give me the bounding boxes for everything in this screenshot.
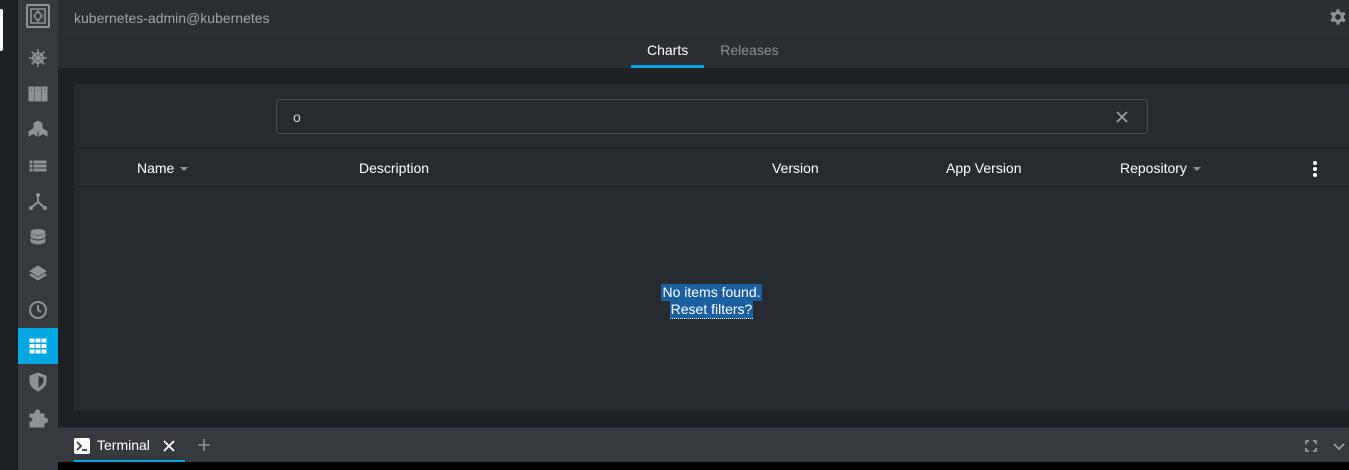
network-icon: [29, 193, 47, 210]
sidebar-item-namespaces[interactable]: [18, 256, 58, 292]
nodes-icon: [28, 86, 48, 102]
column-header-description: Description: [359, 160, 430, 176]
clusters-strip: [0, 0, 18, 470]
no-items-message: No items found.: [661, 284, 762, 301]
helm-wheel-icon: [29, 49, 47, 67]
fullscreen-icon[interactable]: [1305, 440, 1317, 452]
cluster-context-title: kubernetes-admin@kubernetes: [74, 9, 270, 26]
config-list-icon: [29, 160, 47, 172]
sidebar-item-nodes[interactable]: [18, 76, 58, 112]
sidebar-item-events[interactable]: [18, 292, 58, 328]
namespaces-layers-icon: [29, 265, 47, 281]
column-header-version: Version: [772, 160, 819, 176]
sidebar-item-extensions[interactable]: [18, 400, 58, 436]
search-input[interactable]: [277, 100, 1107, 133]
sidebar-item-helm[interactable]: [18, 40, 58, 76]
sort-caret-icon: [180, 167, 189, 172]
sidebar-item-config[interactable]: [18, 148, 58, 184]
sidebar-item-network[interactable]: [18, 184, 58, 220]
cluster-logo-icon[interactable]: [26, 4, 50, 28]
gear-icon[interactable]: [1328, 7, 1348, 27]
terminal-area[interactable]: [58, 462, 1349, 470]
table-header: Name Description Version App Version Rep…: [74, 150, 1349, 187]
terminal-icon: [74, 438, 90, 454]
charts-panel: Name Description Version App Version Rep…: [74, 84, 1349, 411]
extensions-puzzle-icon: [29, 409, 48, 428]
dock-tab-terminal[interactable]: Terminal: [74, 428, 185, 463]
search-row: [74, 84, 1349, 149]
chevron-down-icon[interactable]: [1333, 440, 1345, 452]
reset-filters-link[interactable]: Reset filters?: [669, 301, 754, 319]
bottom-dock: Terminal: [58, 427, 1349, 463]
more-vertical-icon[interactable]: [1312, 160, 1318, 178]
sidebar-item-storage[interactable]: [18, 220, 58, 256]
access-control-shield-icon: [29, 372, 47, 392]
top-bar: kubernetes-admin@kubernetes: [58, 0, 1349, 35]
sort-caret-icon: [1192, 167, 1201, 172]
sidebar-item-workloads[interactable]: [18, 112, 58, 148]
sidebar-item-apps[interactable]: [18, 328, 58, 364]
column-header-app-version: App Version: [946, 160, 1022, 176]
terminal-tab-label: Terminal: [97, 437, 150, 453]
storage-icon: [30, 229, 46, 245]
active-cluster-indicator[interactable]: [0, 9, 3, 51]
app-window: kubernetes-admin@kubernetes Charts Relea…: [0, 0, 1349, 470]
close-icon[interactable]: [162, 439, 176, 453]
sidebar-item-access-control[interactable]: [18, 364, 58, 400]
search-box: [276, 99, 1148, 134]
empty-state: No items found. Reset filters?: [74, 284, 1349, 319]
column-header-repository[interactable]: Repository: [1120, 150, 1201, 187]
tab-releases[interactable]: Releases: [704, 35, 794, 68]
add-tab-icon[interactable]: [197, 438, 211, 452]
close-icon[interactable]: [1115, 110, 1129, 124]
events-clock-icon: [29, 301, 47, 319]
apps-grid-icon: [29, 338, 47, 354]
workloads-icon: [28, 120, 48, 137]
column-header-name[interactable]: Name: [137, 150, 189, 187]
tab-bar: Charts Releases: [58, 35, 1349, 68]
tab-charts[interactable]: Charts: [631, 35, 705, 68]
sidebar: [18, 0, 58, 470]
